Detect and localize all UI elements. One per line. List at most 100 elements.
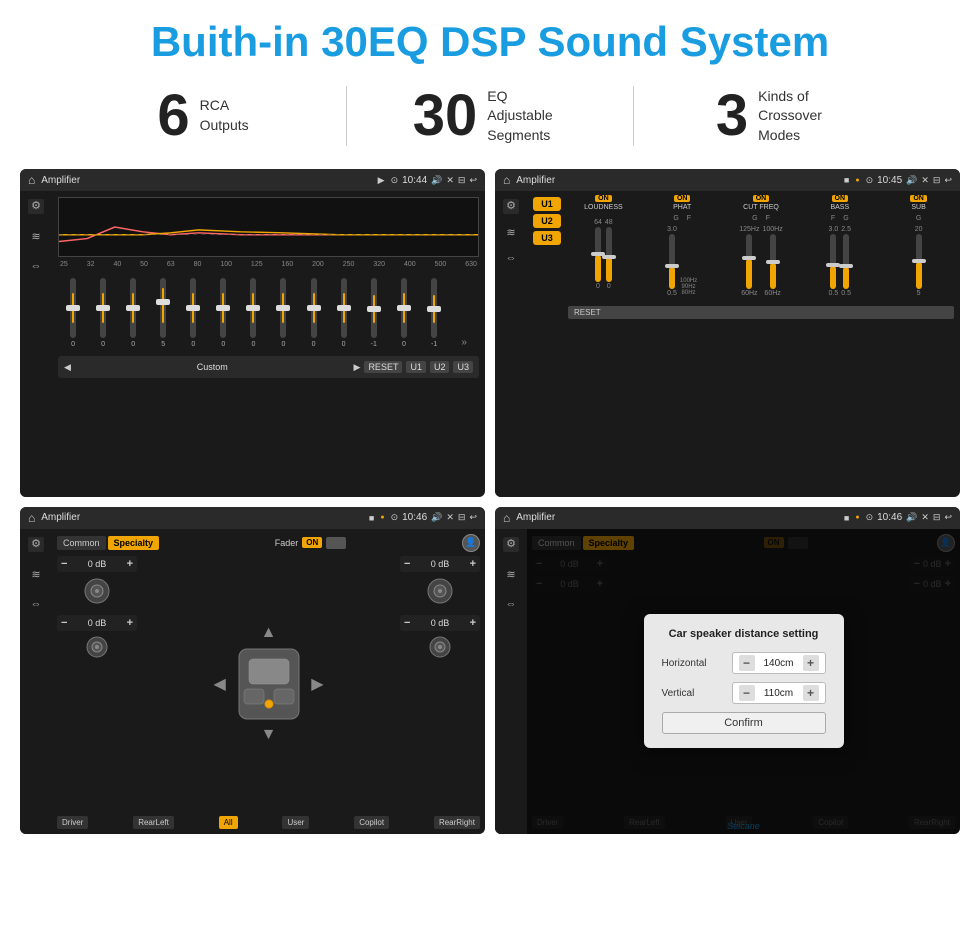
fader-on-badge[interactable]: ON [302, 537, 322, 548]
fader-volume-icon[interactable]: 🔊 [431, 512, 442, 523]
driver-btn[interactable]: Driver [57, 816, 88, 829]
dist-home-icon[interactable]: ⌂ [503, 511, 510, 525]
dialog-horizontal-label: Horizontal [662, 658, 722, 669]
confirm-button[interactable]: Confirm [662, 712, 826, 734]
db-val-1: 0 dB [70, 559, 123, 569]
fader-sidebar-icon-2[interactable]: ≋ [31, 570, 40, 581]
horizontal-minus-btn[interactable]: − [739, 655, 755, 671]
common-tab[interactable]: Common [57, 536, 106, 550]
arrow-right[interactable]: ▶ [311, 674, 323, 694]
amp-close-icon[interactable]: ✕ [921, 175, 929, 186]
db-plus-4[interactable]: + [470, 617, 476, 629]
eq-slider-4[interactable]: 5 [160, 278, 166, 348]
eq-sidebar-icon-3[interactable]: ⇔ [31, 261, 42, 272]
specialty-tab[interactable]: Specialty [108, 536, 160, 550]
db-minus-1[interactable]: − [61, 558, 67, 570]
scroll-right-icon[interactable]: » [461, 337, 467, 348]
sub-on-badge[interactable]: ON [910, 195, 927, 202]
amp-home-icon[interactable]: ⌂ [503, 173, 510, 187]
db-plus-1[interactable]: + [127, 558, 133, 570]
bass-on-badge[interactable]: ON [832, 195, 849, 202]
stat-rca-number: 6 [157, 87, 189, 145]
db-minus-3[interactable]: − [404, 558, 410, 570]
prev-icon[interactable]: ◀ [64, 362, 71, 373]
car-body-svg [234, 644, 304, 724]
eq-slider-7[interactable]: 0 [250, 278, 256, 348]
eq-slider-6[interactable]: 0 [220, 278, 226, 348]
arrow-up[interactable]: ▲ [261, 624, 277, 642]
amp-u2-btn[interactable]: U2 [533, 214, 561, 228]
db-minus-2[interactable]: − [61, 617, 67, 629]
dist-back-icon[interactable]: ↩ [944, 512, 952, 523]
u3-btn[interactable]: U3 [453, 361, 473, 373]
amp-volume-icon[interactable]: 🔊 [906, 175, 917, 186]
fader-sidebar: ⚙ ≋ ⇔ [20, 529, 52, 835]
fader-back-icon[interactable]: ↩ [469, 512, 477, 523]
db-minus-4[interactable]: − [404, 617, 410, 629]
dist-sidebar-icon-3[interactable]: ⇔ [506, 599, 517, 610]
dist-close-icon[interactable]: ✕ [921, 512, 929, 523]
amp-reset-btn[interactable]: RESET [568, 306, 954, 319]
fader-body: − 0 dB + − [57, 556, 480, 813]
u2-btn[interactable]: U2 [430, 361, 450, 373]
fader-home-icon[interactable]: ⌂ [28, 511, 35, 525]
home-icon[interactable]: ⌂ [28, 173, 35, 187]
reset-btn[interactable]: RESET [364, 361, 402, 373]
vertical-plus-btn[interactable]: + [803, 685, 819, 701]
next-icon[interactable]: ▶ [354, 362, 361, 373]
eq-slider-1[interactable]: 0 [70, 278, 76, 348]
fader-minimize-icon[interactable]: ⊟ [458, 512, 466, 523]
arrow-left[interactable]: ◀ [214, 674, 226, 694]
db-plus-3[interactable]: + [470, 558, 476, 570]
volume-icon[interactable]: 🔊 [431, 175, 442, 186]
eq-slider-8[interactable]: 0 [280, 278, 286, 348]
fader-close-icon[interactable]: ✕ [446, 512, 454, 523]
rearleft-btn[interactable]: RearLeft [133, 816, 174, 829]
user-btn[interactable]: User [282, 816, 309, 829]
minimize-icon[interactable]: ⊟ [458, 175, 466, 186]
eq-slider-11[interactable]: -1 [371, 278, 377, 348]
amp-u1-btn[interactable]: U1 [533, 197, 561, 211]
eq-slider-12[interactable]: 0 [401, 278, 407, 348]
dist-minimize-icon[interactable]: ⊟ [933, 512, 941, 523]
dist-sidebar-icon-1[interactable]: ⚙ [503, 537, 519, 552]
back-icon[interactable]: ↩ [469, 175, 477, 186]
fader-slider-indicator[interactable] [326, 537, 346, 549]
fader-sidebar-icon-1[interactable]: ⚙ [28, 537, 44, 552]
freq-500: 500 [435, 261, 447, 268]
loudness-on-badge[interactable]: ON [595, 195, 612, 202]
amp-sidebar-icon-1[interactable]: ⚙ [503, 199, 519, 214]
eq-slider-5[interactable]: 0 [190, 278, 196, 348]
amp-sidebar-icon-2[interactable]: ≋ [506, 228, 515, 239]
cutfreq-on-badge[interactable]: ON [753, 195, 770, 202]
eq-sidebar-icon-1[interactable]: ⚙ [28, 199, 44, 214]
amp-sidebar-icon-3[interactable]: ⇔ [506, 253, 517, 264]
phat-on-badge[interactable]: ON [674, 195, 691, 202]
eq-sidebar-icon-2[interactable]: ≋ [31, 232, 40, 243]
fader-dot2-icon: ● [380, 514, 384, 521]
eq-slider-2[interactable]: 0 [100, 278, 106, 348]
fader-sidebar-icon-3[interactable]: ⇔ [31, 599, 42, 610]
play-icon[interactable]: ▶ [378, 175, 385, 186]
horizontal-plus-btn[interactable]: + [803, 655, 819, 671]
eq-slider-9[interactable]: 0 [311, 278, 317, 348]
profile-icon[interactable]: 👤 [462, 534, 480, 552]
phat-label: PHAT [673, 204, 691, 211]
u1-btn[interactable]: U1 [406, 361, 426, 373]
amp-u3-btn[interactable]: U3 [533, 231, 561, 245]
eq-slider-3[interactable]: 0 [130, 278, 136, 348]
db-plus-2[interactable]: + [127, 617, 133, 629]
arrow-down[interactable]: ▼ [261, 726, 277, 744]
vertical-minus-btn[interactable]: − [739, 685, 755, 701]
dist-sidebar-icon-2[interactable]: ≋ [506, 570, 515, 581]
amp-minimize-icon[interactable]: ⊟ [933, 175, 941, 186]
stat-crossover-number: 3 [716, 87, 748, 145]
dist-volume-icon[interactable]: 🔊 [906, 512, 917, 523]
eq-slider-10[interactable]: 0 [341, 278, 347, 348]
amp-back-icon[interactable]: ↩ [944, 175, 952, 186]
copilot-btn[interactable]: Copilot [354, 816, 389, 829]
eq-slider-13[interactable]: -1 [431, 278, 437, 348]
all-btn[interactable]: All [219, 816, 238, 829]
rearright-btn[interactable]: RearRight [434, 816, 480, 829]
close-icon[interactable]: ✕ [446, 175, 454, 186]
